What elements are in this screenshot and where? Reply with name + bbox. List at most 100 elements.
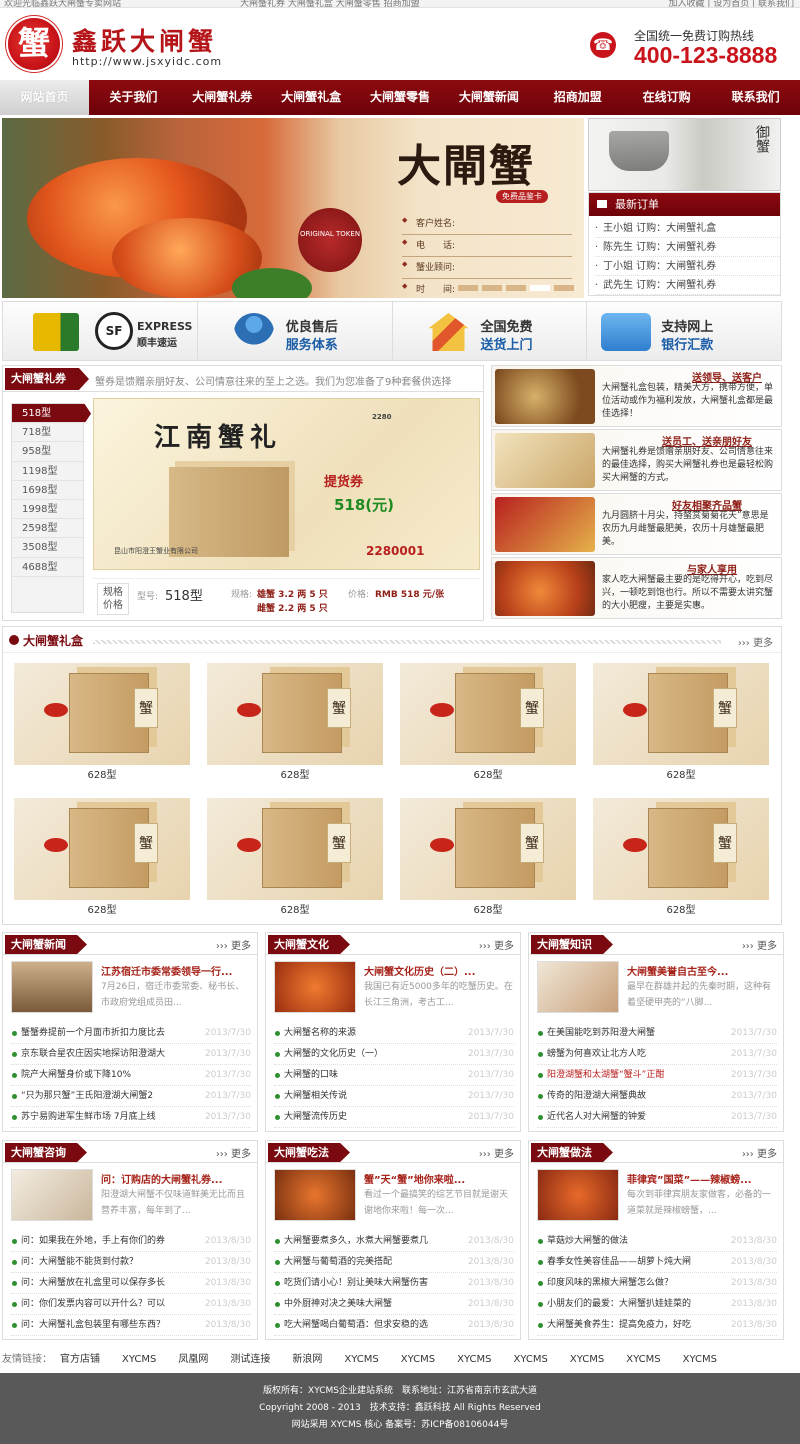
- featured-article[interactable]: 菲律宾”国菜”——辣椒螃... 每次到菲律宾朋友家做客，必备的一道菜就是辣椒螃蟹，…: [529, 1169, 783, 1229]
- article-link[interactable]: 问：如果我在外地，手上有你们的券 2013/8/30: [11, 1231, 251, 1252]
- featured-article[interactable]: 大闸蟹文化历史（二）... 我国已有近5000多年的吃蟹历史。在长江三角洲，考古工…: [266, 961, 520, 1021]
- article-link[interactable]: 小朋友们的最爱：大闸蟹扒娃娃菜的 2013/8/30: [537, 1294, 777, 1315]
- friend-link[interactable]: XYCMS: [344, 1354, 378, 1365]
- friend-link[interactable]: XYCMS: [457, 1354, 491, 1365]
- article-link[interactable]: 大闸蟹与葡萄酒的完美搭配 2013/8/30: [274, 1252, 514, 1273]
- size-option[interactable]: 4688型: [12, 558, 83, 577]
- article-link[interactable]: 蟹蟹券提前一个月面市折扣力度比去 2013/7/30: [11, 1023, 251, 1044]
- giftbox-item[interactable]: 蟹 628型: [14, 798, 190, 923]
- slide-dot-active[interactable]: [530, 285, 550, 291]
- more-link[interactable]: ››› 更多: [742, 1145, 777, 1160]
- size-option[interactable]: 3508型: [12, 538, 83, 558]
- friend-link[interactable]: 测试连接: [230, 1354, 270, 1365]
- friend-link[interactable]: 凤凰网: [178, 1354, 208, 1365]
- size-option[interactable]: 518型: [12, 404, 91, 424]
- article-link[interactable]: 大闸蟹流传历史 2013/7/30: [274, 1107, 514, 1128]
- article-link[interactable]: 问：你们发票内容可以开什么？可以 2013/8/30: [11, 1294, 251, 1315]
- more-link[interactable]: ››› 更多: [738, 634, 773, 649]
- article-link[interactable]: 近代名人对大闸蟹的钟爱 2013/7/30: [537, 1107, 777, 1128]
- article-link[interactable]: 在美国能吃到苏阳澄大闸蟹 2013/7/30: [537, 1023, 777, 1044]
- friend-link[interactable]: XYCMS: [514, 1354, 548, 1365]
- size-option[interactable]: 718型: [12, 423, 83, 443]
- article-link[interactable]: 螃蟹为何喜欢让北方人吃 2013/7/30: [537, 1044, 777, 1065]
- size-option[interactable]: 1998型: [12, 500, 83, 520]
- friend-link[interactable]: 官方店铺: [60, 1354, 100, 1365]
- featured-title[interactable]: 菲律宾”国菜”——辣椒螃...: [627, 1171, 777, 1186]
- top-right-links[interactable]: 加入收藏 | 设为首页 | 联系我们: [668, 0, 794, 7]
- column-title[interactable]: 大闸蟹咨询: [5, 1143, 87, 1162]
- promo-card[interactable]: 送领导、送客户 大闸蟹礼盒包装，精美大方，携带方便，单位活动或作为福利发放，大闸…: [491, 365, 782, 427]
- featured-title[interactable]: 蟹”天“蟹”地你来啦...: [364, 1171, 514, 1186]
- article-link[interactable]: 大闸蟹美食养生：提高免疫力，好吃 2013/8/30: [537, 1315, 777, 1336]
- article-link[interactable]: 问：大闸蟹放在礼盒里可以保存多长 2013/8/30: [11, 1273, 251, 1294]
- featured-title[interactable]: 问：订购店的大闸蟹礼券...: [101, 1171, 251, 1186]
- article-link[interactable]: 大闸蟹名称的来源 2013/7/30: [274, 1023, 514, 1044]
- article-link[interactable]: 中外厨神对决之美味大闸蟹 2013/8/30: [274, 1294, 514, 1315]
- size-option[interactable]: 1198型: [12, 462, 83, 481]
- featured-title[interactable]: 大闸蟹文化历史（二）...: [364, 963, 514, 978]
- size-option[interactable]: 2598型: [12, 519, 83, 539]
- featured-article[interactable]: 江苏宿迁市委常委领导一行... 7月26日，宿迁市委常委、秘书长、市政府党组成员田…: [3, 961, 257, 1021]
- nav-item[interactable]: 招商加盟: [533, 80, 622, 115]
- article-link[interactable]: 大闸蟹相关传说 2013/7/30: [274, 1086, 514, 1107]
- column-title[interactable]: 大闸蟹吃法: [268, 1143, 350, 1162]
- side-ink-painting[interactable]: 御蟹: [588, 118, 781, 191]
- column-title[interactable]: 大闸蟹文化: [268, 935, 350, 954]
- banner-slideshow[interactable]: ORIGINAL TOKEN 大閘蟹 免费品鉴卡 客户姓名: 电 话: 蟹业顾问…: [2, 118, 584, 298]
- article-link[interactable]: 吃大闸蟹喝白葡萄酒：但求安稳的选 2013/8/30: [274, 1315, 514, 1336]
- nav-item[interactable]: 在线订购: [622, 80, 711, 115]
- promo-card[interactable]: 送员工、送亲朋好友 大闸蟹礼券是馈赠亲朋好友、公司情意往来的最佳选择，购买大闸蟹…: [491, 429, 782, 491]
- logo-name[interactable]: 鑫跃大闸蟹: [72, 22, 217, 58]
- featured-article[interactable]: 问：订购店的大闸蟹礼券... 阳澄湖大闸蟹不仅味道鲜美无比而且营养丰富，每年到了.…: [3, 1169, 257, 1229]
- nav-item[interactable]: 大闸蟹新闻: [444, 80, 533, 115]
- friend-link[interactable]: XYCMS: [626, 1354, 660, 1365]
- article-link[interactable]: 问：大闸蟹能不能货到付款？ 2013/8/30: [11, 1252, 251, 1273]
- article-link[interactable]: 阳澄湖蟹和太湖蟹“蟹斗”正酣 2013/7/30: [537, 1065, 777, 1086]
- slide-dot[interactable]: [506, 285, 526, 291]
- giftbox-item[interactable]: 蟹 628型: [593, 798, 769, 923]
- more-link[interactable]: ››› 更多: [742, 937, 777, 952]
- column-title[interactable]: 大闸蟹做法: [531, 1143, 613, 1162]
- friend-link[interactable]: XYCMS: [122, 1354, 156, 1365]
- article-link[interactable]: 大闸蟹的文化历史（一） 2013/7/30: [274, 1044, 514, 1065]
- column-title[interactable]: 大闸蟹新闻: [5, 935, 87, 954]
- giftbox-item[interactable]: 蟹 628型: [207, 663, 383, 788]
- slide-dot[interactable]: [482, 285, 502, 291]
- article-link[interactable]: 问：大闸蟹礼盒包装里有哪些东西？ 2013/8/30: [11, 1315, 251, 1336]
- giftbox-item[interactable]: 蟹 628型: [593, 663, 769, 788]
- more-link[interactable]: ››› 更多: [479, 937, 514, 952]
- giftbox-item[interactable]: 蟹 628型: [400, 798, 576, 923]
- nav-item[interactable]: 网站首页: [0, 80, 89, 115]
- friend-link[interactable]: XYCMS: [401, 1354, 435, 1365]
- nav-item[interactable]: 联系我们: [711, 80, 800, 115]
- giftbox-item[interactable]: 蟹 628型: [207, 798, 383, 923]
- article-link[interactable]: 院产大闸蟹身价或下降10% 2013/7/30: [11, 1065, 251, 1086]
- nav-item[interactable]: 关于我们: [89, 80, 178, 115]
- nav-item[interactable]: 大闸蟹礼券: [178, 80, 267, 115]
- featured-article[interactable]: 大闸蟹美誉自古至今... 最早在群雄并起的先秦时期，这种有着坚硬甲壳的“八脚...: [529, 961, 783, 1021]
- more-link[interactable]: ››› 更多: [216, 937, 251, 952]
- slide-dot[interactable]: [458, 285, 478, 291]
- featured-title[interactable]: 大闸蟹美誉自古至今...: [627, 963, 777, 978]
- slide-dot[interactable]: [554, 285, 574, 291]
- promo-card[interactable]: 与家人享用 家人吃大闸蟹最主要的是吃得开心，吃到尽兴，一顿吃到饱也行。所以不需要…: [491, 557, 782, 619]
- nav-item[interactable]: 大闸蟹零售: [356, 80, 445, 115]
- featured-article[interactable]: 蟹”天“蟹”地你来啦... 看过一个最搞笑的综艺节目就是谢天谢地你来啦！每一次..…: [266, 1169, 520, 1229]
- article-link[interactable]: 传奇的阳澄湖大闸蟹典故 2013/7/30: [537, 1086, 777, 1107]
- friend-link[interactable]: XYCMS: [683, 1354, 717, 1365]
- coupon-tab[interactable]: 大闸蟹礼券: [5, 368, 89, 390]
- nav-item[interactable]: 大闸蟹礼盒: [267, 80, 356, 115]
- article-link[interactable]: 吃货们请小心！别让美味大闸蟹伤害 2013/8/30: [274, 1273, 514, 1294]
- size-option[interactable]: 958型: [12, 442, 83, 462]
- more-link[interactable]: ››› 更多: [479, 1145, 514, 1160]
- size-option[interactable]: 1698型: [12, 481, 83, 500]
- article-link[interactable]: 春季女性美容佳品——胡萝卜炖大闸 2013/8/30: [537, 1252, 777, 1273]
- giftbox-item[interactable]: 蟹 628型: [400, 663, 576, 788]
- friend-link[interactable]: 新浪网: [292, 1354, 322, 1365]
- more-link[interactable]: ››› 更多: [216, 1145, 251, 1160]
- article-link[interactable]: 印度风味的黑椒大闸蟹怎么做？ 2013/8/30: [537, 1273, 777, 1294]
- top-links[interactable]: 大闸蟹礼券 大闸蟹礼盒 大闸蟹零售 招商加盟: [240, 0, 420, 7]
- article-link[interactable]: 苏宁易购进军生鲜市场 7月底上线 2013/7/30: [11, 1107, 251, 1128]
- friend-link[interactable]: XYCMS: [570, 1354, 604, 1365]
- column-title[interactable]: 大闸蟹知识: [531, 935, 613, 954]
